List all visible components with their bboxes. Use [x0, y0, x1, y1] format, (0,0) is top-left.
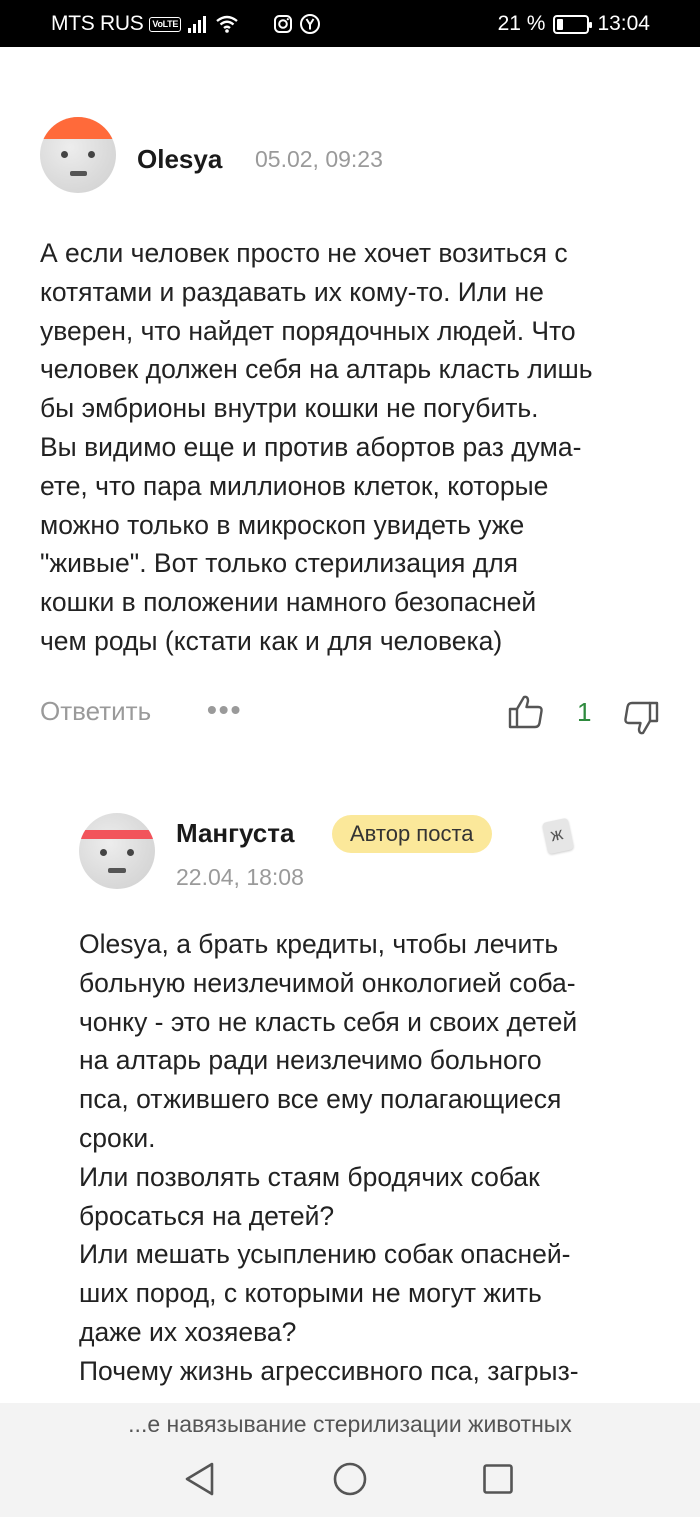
home-icon[interactable]: [332, 1461, 368, 1497]
comment-body: А если человек просто не хочет возиться …: [40, 234, 593, 661]
comment-line: бросаться на детей?: [79, 1200, 335, 1231]
comment-line: чонку - это не класть себя и своих детей: [79, 1006, 578, 1037]
status-left: MTS RUS VoLTE: [51, 12, 321, 36]
comment-line: даже их хозяева?: [79, 1316, 297, 1347]
instagram-icon: [274, 15, 293, 33]
battery-icon: [553, 14, 593, 34]
comment-line: кошки в положении намного безопасней: [40, 587, 537, 618]
comment-line: чем роды (кстати как и для человека): [40, 625, 503, 656]
yandex-icon: [300, 14, 321, 34]
comment-line: человек должен себя на алтарь класть лиш…: [40, 354, 593, 385]
comment-line: Olesya, а брать кредиты, чтобы лечить: [79, 929, 559, 959]
comment-date: 22.04, 18:08: [176, 864, 304, 890]
comment-date: 05.02, 09:23: [255, 146, 383, 172]
award-sticker-icon[interactable]: [541, 817, 575, 855]
avatar-mouth: [108, 868, 126, 873]
comment-author[interactable]: Мангуста: [176, 818, 294, 849]
comment-line: можно только в микроскоп увидеть уже: [40, 509, 525, 540]
comment-line: Или мешать усыплению собак опасней-: [79, 1239, 571, 1270]
battery-percent: 21 %: [497, 12, 546, 35]
comment-body: Olesya, а брать кредиты, чтобы лечить бо…: [79, 925, 579, 1391]
status-bar: MTS RUS VoLTE 21 % 13:04: [0, 0, 700, 47]
avatar[interactable]: [79, 813, 155, 889]
avatar-cap: [40, 117, 116, 139]
thumbs-down-icon[interactable]: [622, 699, 660, 737]
battery-level: [557, 18, 564, 30]
comment-line: Почему жизнь агрессивного пса, загрыз-: [79, 1355, 579, 1386]
signal-icon: [188, 16, 207, 33]
thumbs-up-icon[interactable]: [507, 693, 545, 731]
carrier-name: MTS RUS: [51, 12, 144, 35]
comment-line: Или позволять стаям бродячих собак: [79, 1161, 540, 1192]
comment-line: "живые". Вот только стерилизация для: [40, 548, 519, 579]
comment-author[interactable]: Olesya: [137, 144, 222, 175]
comment-line: сроки.: [79, 1122, 156, 1153]
avatar-mouth: [70, 171, 87, 176]
avatar-eye-right: [127, 849, 134, 856]
wifi-icon: [216, 15, 238, 33]
status-right: 21 % 13:04: [498, 12, 650, 36]
comment-line: ете, что пара миллионов клеток, которые: [40, 470, 549, 501]
comment-line: пса, отжившего все ему полагающиеся: [79, 1084, 562, 1115]
avatar[interactable]: [40, 117, 116, 193]
avatar-eye-left: [100, 849, 107, 856]
avatar-eye-right: [88, 151, 95, 158]
comment-line: А если человек просто не хочет возиться …: [40, 238, 568, 268]
comment-line: бы эмбрионы внутри кошки не погубить.: [40, 393, 539, 424]
comment-line: уверен, что найдет порядочных людей. Что: [40, 315, 576, 346]
back-icon[interactable]: [183, 1461, 217, 1497]
comment-line: на алтарь ради неизлечимо больного: [79, 1045, 542, 1076]
reply-button[interactable]: Ответить: [40, 696, 151, 727]
comment-line: Вы видимо еще и против абортов раз дума-: [40, 431, 582, 462]
post-author-badge: Автор поста: [332, 815, 492, 853]
recent-apps-icon[interactable]: [482, 1463, 514, 1495]
clock: 13:04: [597, 12, 650, 35]
bottom-bar: ...е навязывание стерилизации животных: [0, 1403, 700, 1517]
volte-badge: VoLTE: [149, 16, 182, 32]
comment-line: котятами и раздавать их кому-то. Или не: [40, 276, 544, 307]
avatar-eye-left: [61, 151, 68, 158]
comment-line: больную неизлечимой онкологией соба-: [79, 967, 576, 998]
comment-line: ших пород, с которыми не могут жить: [79, 1278, 542, 1309]
avatar-headband: [79, 830, 155, 839]
post-title-link[interactable]: ...е навязывание стерилизации животных: [0, 1411, 700, 1438]
rating-count: 1: [577, 697, 592, 727]
more-options-button[interactable]: •••: [207, 694, 242, 726]
